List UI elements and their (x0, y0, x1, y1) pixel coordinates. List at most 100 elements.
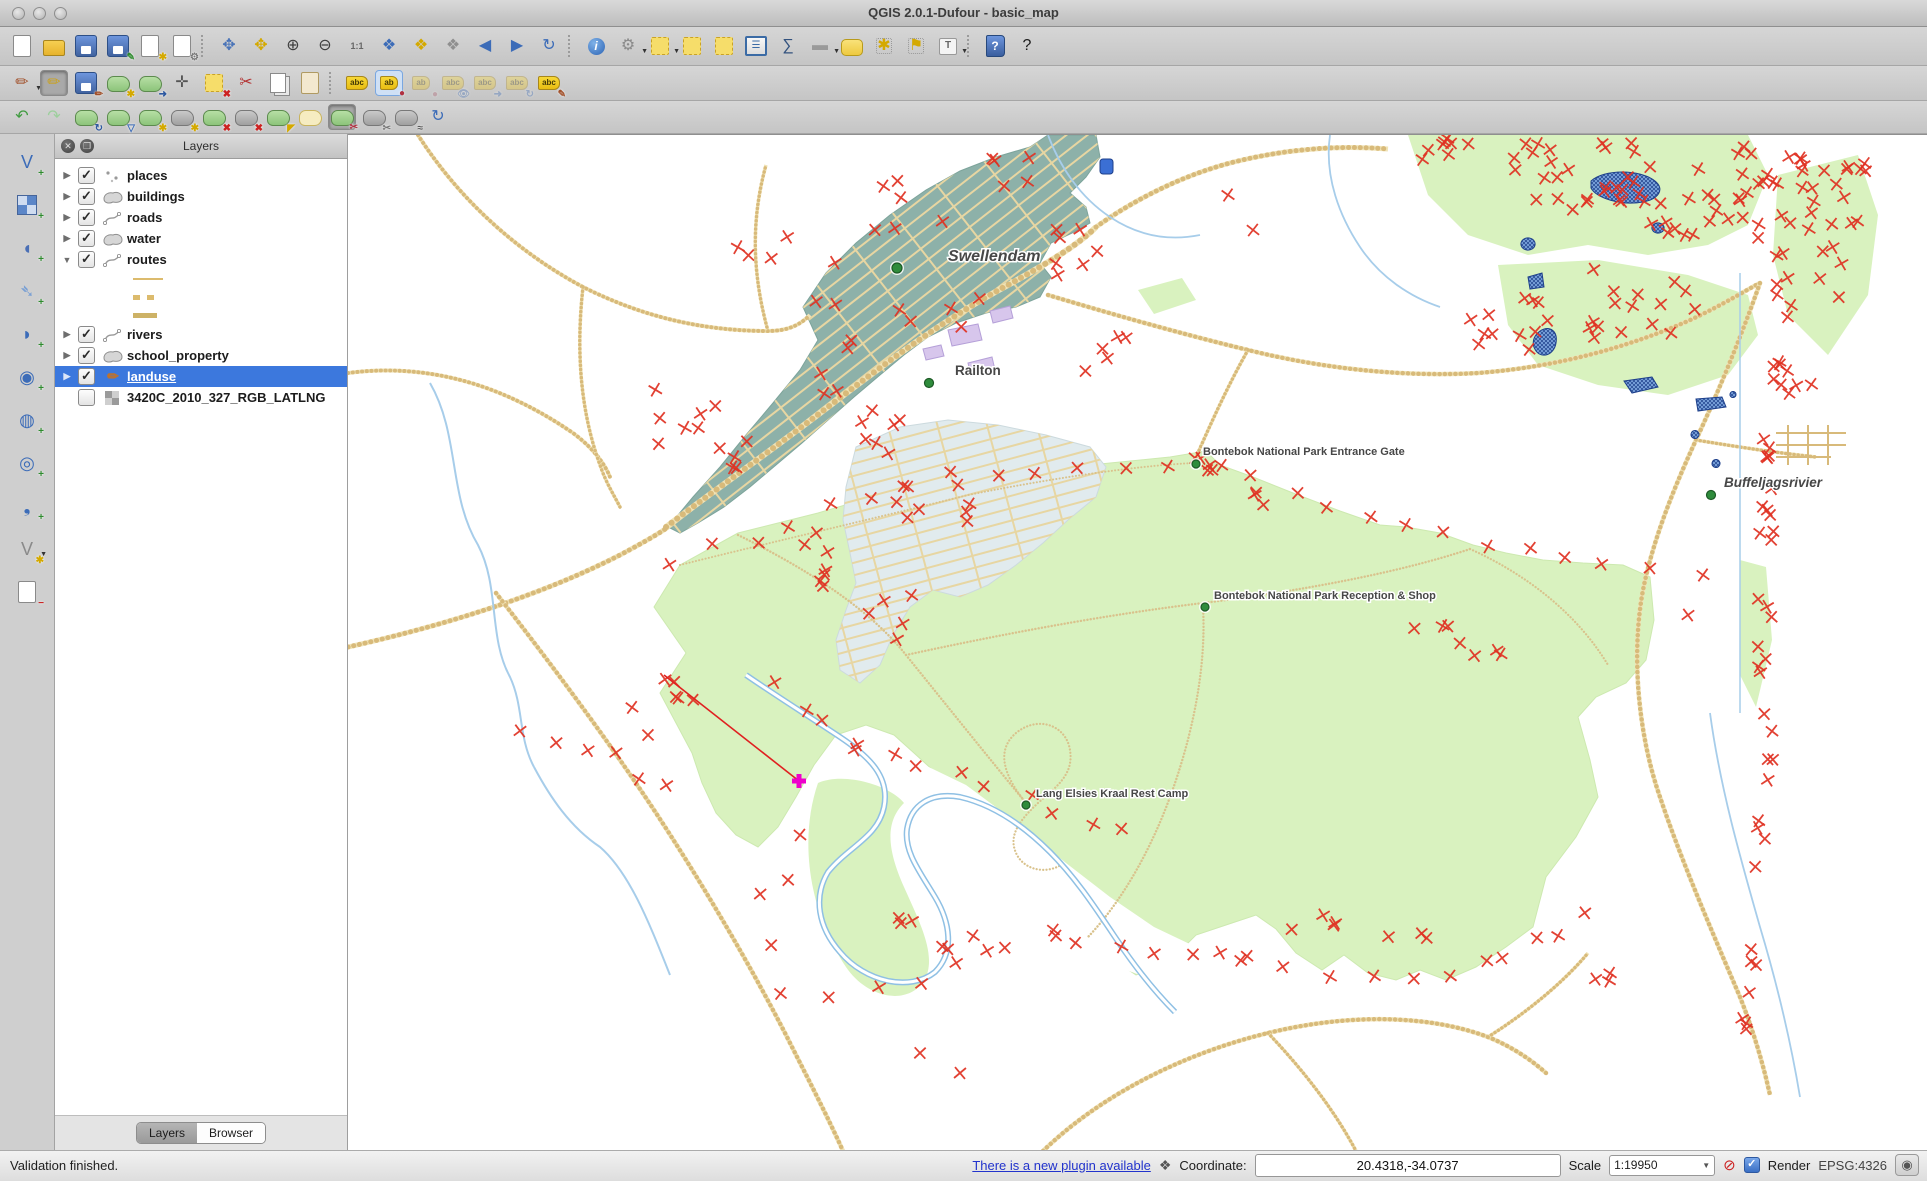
stop-render-icon[interactable]: ⊘ (1723, 1156, 1736, 1174)
layer-row-rivers[interactable]: ▶✓rivers (55, 324, 347, 345)
layer-row-buildings[interactable]: ▶✓buildings (55, 186, 347, 207)
help-contents-icon[interactable]: ? (981, 33, 1009, 59)
rotate-label-icon[interactable]: abc↻ (503, 70, 531, 96)
toggle-editing-icon[interactable]: ✏ (40, 70, 68, 96)
layer-checkbox-buildings[interactable]: ✓ (78, 188, 95, 205)
save-project-as-icon[interactable]: ✎ (104, 33, 132, 59)
pan-map-icon[interactable]: ✥ (215, 33, 243, 59)
undo-icon[interactable]: ↶ (8, 104, 36, 130)
attribute-table-icon[interactable]: ☰ (742, 33, 770, 59)
redo-icon[interactable]: ↷ (40, 104, 68, 130)
show-bookmarks-icon[interactable]: ⚑ (902, 33, 930, 59)
zoom-next-icon[interactable]: ▶ (503, 33, 531, 59)
add-mssql-layer-icon[interactable]: ◗+ (13, 321, 41, 347)
map-tips-icon[interactable] (838, 33, 866, 59)
layer-row-school_property[interactable]: ▶✓school_property (55, 345, 347, 366)
layer-row-landuse[interactable]: ▶✓✏landuse (55, 366, 347, 387)
delete-selected-icon[interactable]: ✖ (200, 70, 228, 96)
render-checkbox[interactable]: ✓ (1744, 1157, 1760, 1173)
layer-labeling-icon[interactable]: abc (343, 70, 371, 96)
run-feature-action-icon[interactable]: ⚙▼ (614, 33, 642, 59)
add-postgis-layer-icon[interactable]: ◖+ (13, 235, 41, 261)
layer-row-routes[interactable]: ▼✓routes (55, 249, 347, 270)
reshape-features-icon[interactable]: ◤ (264, 104, 292, 130)
zoom-full-icon[interactable]: ❖ (375, 33, 403, 59)
save-layer-edits-icon[interactable]: ✏ (72, 70, 100, 96)
simplify-feature-icon[interactable]: ▽ (104, 104, 132, 130)
expand-icon[interactable]: ▶ (60, 170, 74, 181)
layer-checkbox-routes[interactable]: ✓ (78, 251, 95, 268)
layer-row-water[interactable]: ▶✓water (55, 228, 347, 249)
zoom-in-icon[interactable]: ⊕ (279, 33, 307, 59)
layer-checkbox-rivers[interactable]: ✓ (78, 326, 95, 343)
pan-to-selection-icon[interactable]: ✥ (247, 33, 275, 59)
add-part-icon[interactable]: ✱ (168, 104, 196, 130)
add-spatialite-layer-icon[interactable]: ➴+ (13, 278, 41, 304)
deselect-features-icon[interactable]: ⊘ (678, 33, 706, 59)
paste-features-icon[interactable] (296, 70, 324, 96)
change-label-icon[interactable]: abc✎ (535, 70, 563, 96)
measure-line-icon[interactable]: ▬▼ (806, 33, 834, 59)
plugin-icon[interactable]: ❖ (1159, 1157, 1172, 1174)
expand-icon[interactable]: ▶ (60, 191, 74, 202)
new-shapefile-layer-icon[interactable]: V✱▼ (13, 536, 41, 562)
zoom-to-layer-icon[interactable]: ❖ (439, 33, 467, 59)
expand-icon[interactable]: ▶ (60, 329, 74, 340)
zoom-native-icon[interactable]: 1:1 (343, 33, 371, 59)
delete-part-icon[interactable]: ✖ (232, 104, 260, 130)
coordinate-input[interactable] (1255, 1154, 1561, 1177)
composer-manager-icon[interactable]: ⚙ (168, 33, 196, 59)
select-by-expression-icon[interactable]: ε (710, 33, 738, 59)
tab-layers[interactable]: Layers (137, 1123, 197, 1143)
layer-checkbox-water[interactable]: ✓ (78, 230, 95, 247)
split-features-icon[interactable]: ✂ (328, 104, 356, 130)
map-canvas[interactable]: SwellendamRailtonBontebok National Park … (348, 134, 1927, 1150)
expand-icon[interactable]: ▶ (60, 371, 74, 382)
layers-panel-header[interactable]: ✕ ❐ Layers (55, 134, 347, 159)
zoom-to-selection-icon[interactable]: ❖ (407, 33, 435, 59)
layer-checkbox-school_property[interactable]: ✓ (78, 347, 95, 364)
layer-row-places[interactable]: ▶✓places (55, 165, 347, 186)
show-hide-labels-icon[interactable]: abc👁 (439, 70, 467, 96)
copy-features-icon[interactable] (264, 70, 292, 96)
add-raster-layer-icon[interactable]: + (13, 192, 41, 218)
move-feature-icon[interactable]: ➜ (136, 70, 164, 96)
rotate-feature-icon[interactable]: ↻ (72, 104, 100, 130)
layer-checkbox-roads[interactable]: ✓ (78, 209, 95, 226)
collapse-icon[interactable]: ▼ (60, 255, 74, 265)
select-features-icon[interactable]: ➤▼ (646, 33, 674, 59)
whats-this-icon[interactable]: ? (1013, 33, 1041, 59)
new-bookmark-icon[interactable]: ✱ (870, 33, 898, 59)
layer-row-3420C_2010_327_RGB_LATLNG[interactable]: 3420C_2010_327_RGB_LATLNG (55, 387, 347, 408)
pin-labels-icon[interactable]: ab● (375, 70, 403, 96)
layer-checkbox-landuse[interactable]: ✓ (78, 368, 95, 385)
add-wfs-layer-icon[interactable]: ◎+ (13, 450, 41, 476)
current-edits-icon[interactable]: ✏▼ (8, 70, 36, 96)
zoom-last-icon[interactable]: ◀ (471, 33, 499, 59)
add-wms-layer-icon[interactable]: ◉+ (13, 364, 41, 390)
tab-browser[interactable]: Browser (197, 1123, 265, 1143)
split-parts-icon[interactable]: ✂ (360, 104, 388, 130)
title-bar[interactable]: QGIS 2.0.1-Dufour - basic_map (0, 0, 1927, 27)
expand-icon[interactable]: ▶ (60, 233, 74, 244)
identify-features-icon[interactable]: i (582, 33, 610, 59)
add-feature-icon[interactable]: ✱ (104, 70, 132, 96)
rotate-point-symbols-icon[interactable]: ↻ (424, 104, 452, 130)
crs-button[interactable]: ◉ (1895, 1154, 1919, 1176)
offset-curve-icon[interactable] (296, 104, 324, 130)
panel-float-icon[interactable]: ❐ (80, 139, 94, 153)
node-tool-icon[interactable]: ✛ (168, 70, 196, 96)
layer-row-roads[interactable]: ▶✓roads (55, 207, 347, 228)
add-wcs-layer-icon[interactable]: ◍+ (13, 407, 41, 433)
merge-features-icon[interactable]: ≈ (392, 104, 420, 130)
add-delimited-text-layer-icon[interactable]: ❟+ (13, 493, 41, 519)
highlight-pinned-labels-icon[interactable]: ab● (407, 70, 435, 96)
scale-combo[interactable]: 1:19950 ▼ (1609, 1155, 1715, 1176)
cut-features-icon[interactable]: ✂ (232, 70, 260, 96)
plugin-available-link[interactable]: There is a new plugin available (972, 1158, 1151, 1173)
open-project-icon[interactable] (40, 33, 68, 59)
layer-checkbox-3420C_2010_327_RGB_LATLNG[interactable] (78, 389, 95, 406)
refresh-map-icon[interactable]: ↻ (535, 33, 563, 59)
add-vector-layer-icon[interactable]: V+ (13, 149, 41, 175)
field-calculator-icon[interactable]: ∑ (774, 33, 802, 59)
